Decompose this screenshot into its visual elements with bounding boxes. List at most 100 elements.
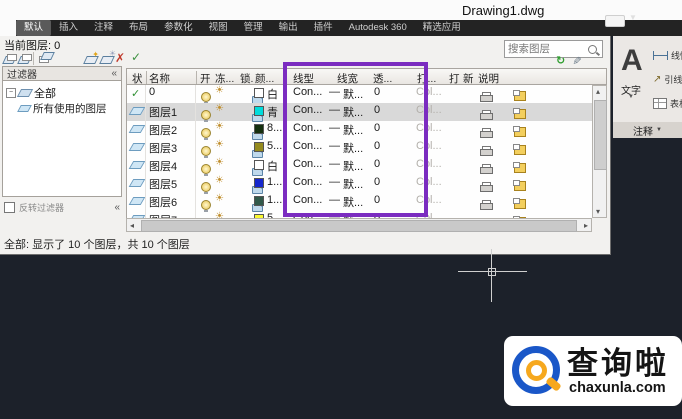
layer-on-bulb-icon[interactable] — [201, 182, 211, 194]
refresh-icon[interactable]: ↻ — [556, 54, 565, 67]
scroll-right-icon[interactable]: ▸ — [584, 221, 588, 230]
column-header[interactable]: 名称 — [149, 71, 170, 86]
new-group-filter-button[interactable] — [17, 52, 32, 65]
printer-icon[interactable] — [479, 110, 493, 120]
column-header[interactable]: 冻... — [215, 71, 234, 86]
layer-name[interactable]: 图层2 — [149, 122, 177, 138]
tree-expand-icon[interactable]: − — [6, 88, 16, 98]
layer-freeze-sun-icon[interactable]: ☀ — [215, 139, 224, 150]
ribbon-tab[interactable]: 插入 — [51, 20, 86, 36]
column-header[interactable]: 开 — [200, 71, 211, 86]
layer-name[interactable]: 0 — [149, 86, 155, 98]
linear-dimension-button[interactable]: 线性 — [653, 44, 682, 66]
ribbon-tab[interactable]: 输出 — [271, 20, 306, 36]
collapse-invert-icon[interactable]: « — [114, 202, 120, 213]
ribbon-minimize-button[interactable] — [605, 15, 625, 27]
ribbon-minimize-caret-icon[interactable]: ▼ — [629, 13, 637, 22]
layer-color-swatch[interactable] — [254, 124, 264, 134]
layer-states-manager-button[interactable] — [38, 52, 55, 65]
layer-freeze-sun-icon[interactable]: ☀ — [215, 175, 224, 186]
new-vp-freeze-icon[interactable] — [513, 198, 527, 209]
printer-icon[interactable] — [479, 128, 493, 138]
printer-icon[interactable] — [479, 200, 493, 210]
layer-freeze-sun-icon[interactable]: ☀ — [215, 103, 224, 114]
ribbon-tab[interactable]: 精选应用 — [415, 20, 469, 36]
layer-on-bulb-icon[interactable] — [201, 92, 211, 104]
vertical-scroll-thumb[interactable] — [594, 100, 607, 170]
layer-on-bulb-icon[interactable] — [201, 200, 211, 212]
vertical-scrollbar[interactable]: ▴ ▾ — [592, 85, 607, 218]
column-header[interactable]: 说明 — [478, 71, 499, 86]
invert-filter-label: 反转过滤器 — [19, 203, 65, 213]
layer-status-icon — [128, 107, 146, 115]
layer-on-bulb-icon[interactable] — [201, 164, 211, 176]
set-current-button[interactable]: ✓ — [131, 50, 141, 64]
invert-filter-checkbox[interactable] — [4, 202, 15, 213]
horizontal-scroll-thumb[interactable] — [141, 220, 577, 232]
layer-name[interactable]: 图层5 — [149, 176, 177, 192]
ribbon-tab[interactable]: 插件 — [306, 20, 341, 36]
column-header[interactable]: 状 — [132, 71, 143, 86]
filter-tree: − 全部 所有使用的图层 — [2, 81, 122, 197]
filter-tree-item-used[interactable]: 所有使用的图层 — [17, 101, 107, 116]
ribbon-tab[interactable]: 参数化 — [156, 20, 201, 36]
text-tool-caret-icon[interactable]: ▼ — [628, 94, 634, 100]
highlight-rectangle — [283, 62, 428, 217]
printer-icon[interactable] — [479, 164, 493, 174]
layer-color-swatch[interactable] — [254, 160, 264, 170]
layer-color-swatch[interactable] — [254, 106, 264, 116]
new-property-filter-button[interactable] — [2, 52, 17, 65]
layer-name[interactable]: 图层4 — [149, 158, 177, 174]
new-vp-freeze-icon[interactable] — [513, 180, 527, 191]
ribbon-tab[interactable]: 布局 — [121, 20, 156, 36]
layer-name[interactable]: 图层3 — [149, 140, 177, 156]
scroll-left-icon[interactable]: ◂ — [130, 221, 134, 230]
new-vp-freeze-icon[interactable] — [513, 108, 527, 119]
layer-freeze-sun-icon[interactable]: ☀ — [215, 121, 224, 132]
printer-icon[interactable] — [479, 182, 493, 192]
ribbon-tab[interactable]: 注释 — [86, 20, 121, 36]
new-vp-freeze-icon[interactable] — [513, 90, 527, 101]
layer-search-box[interactable] — [504, 40, 603, 58]
layer-on-bulb-icon[interactable] — [201, 128, 211, 140]
layer-color-swatch[interactable] — [254, 88, 264, 98]
column-header[interactable]: 颜... — [255, 71, 274, 86]
layer-freeze-sun-icon[interactable]: ☀ — [215, 157, 224, 168]
new-layer-button[interactable]: ✦ — [83, 50, 99, 65]
ribbon-tab[interactable]: 默认 — [16, 20, 52, 36]
column-header[interactable]: 打 — [449, 71, 460, 86]
column-header[interactable]: 新 — [463, 71, 474, 86]
layer-color-swatch[interactable] — [254, 196, 264, 206]
horizontal-scrollbar[interactable]: ◂ ▸ — [126, 218, 592, 232]
layer-on-bulb-icon[interactable] — [201, 146, 211, 158]
column-header[interactable]: 锁. — [240, 71, 253, 86]
ribbon-tab-bar: 默认 插入 注释 布局 参数化 视图 管理 输出 插件 Autodesk 360… — [16, 20, 682, 36]
new-vp-freeze-icon[interactable] — [513, 144, 527, 155]
printer-icon[interactable] — [479, 146, 493, 156]
new-vp-frozen-layer-button[interactable]: ☀ — [99, 49, 116, 65]
layer-freeze-sun-icon[interactable]: ☀ — [215, 85, 224, 96]
text-tool-icon[interactable]: A — [621, 46, 643, 76]
ribbon-tab[interactable]: 视图 — [201, 20, 236, 36]
layer-color-swatch[interactable] — [254, 178, 264, 188]
table-button[interactable]: 表格 — [653, 92, 682, 114]
collapse-filter-icon[interactable]: « — [111, 68, 117, 79]
layer-name[interactable]: 图层1 — [149, 104, 177, 120]
new-vp-freeze-icon[interactable] — [513, 162, 527, 173]
layer-color-swatch[interactable] — [254, 142, 264, 152]
delete-layer-button[interactable]: ✗ — [115, 51, 125, 65]
filter-tree-item-all[interactable]: − 全部 — [6, 85, 56, 101]
layer-name[interactable]: 图层6 — [149, 194, 177, 210]
ribbon-tab[interactable]: Autodesk 360 — [341, 20, 415, 36]
printer-icon[interactable] — [479, 92, 493, 102]
layer-search-input[interactable] — [505, 43, 588, 55]
new-vp-freeze-icon[interactable] — [513, 126, 527, 137]
settings-icon[interactable]: ✎ — [570, 56, 583, 65]
annotation-panel-footer[interactable]: 注释 ▼ — [613, 122, 682, 138]
leader-button[interactable]: ↗ 引线 — [653, 68, 682, 90]
scroll-down-icon[interactable]: ▾ — [596, 207, 600, 216]
layer-freeze-sun-icon[interactable]: ☀ — [215, 193, 224, 204]
layer-on-bulb-icon[interactable] — [201, 110, 211, 122]
ribbon-tab[interactable]: 管理 — [236, 20, 271, 36]
scroll-up-icon[interactable]: ▴ — [596, 87, 600, 96]
